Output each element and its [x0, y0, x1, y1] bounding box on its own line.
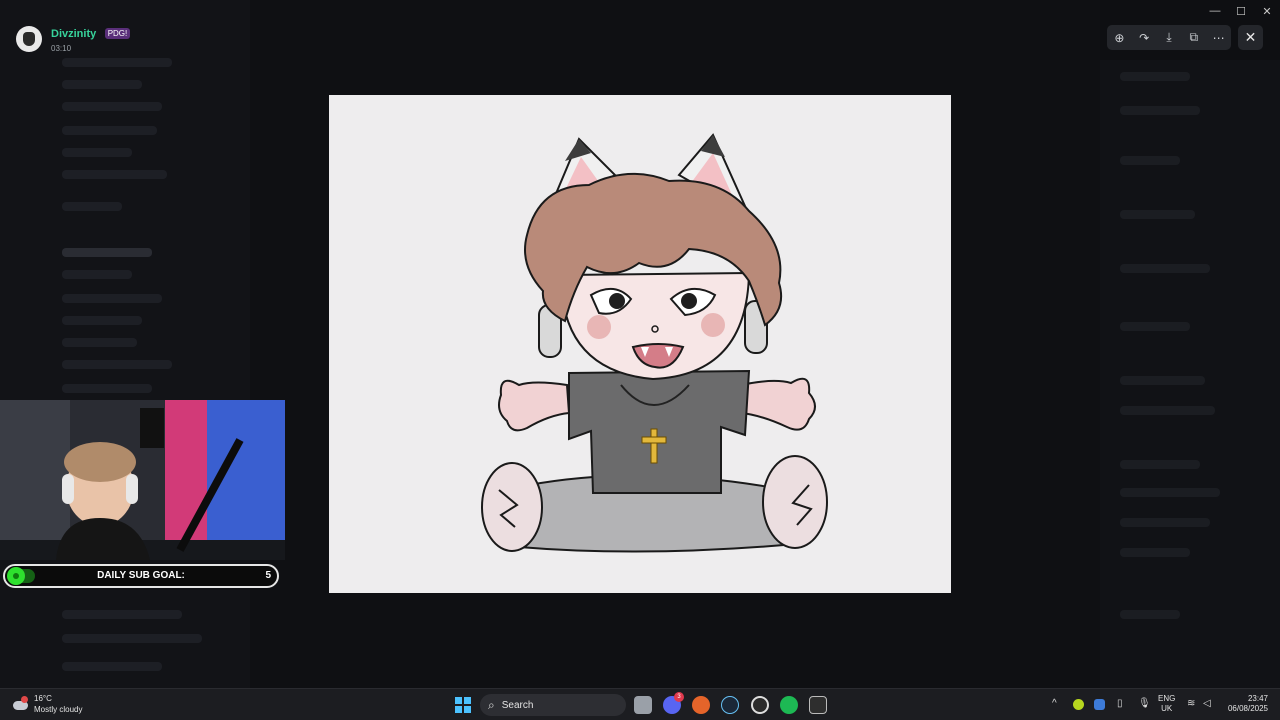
- language-indicator[interactable]: ENG UK: [1158, 694, 1175, 714]
- author-username[interactable]: Divzinity: [51, 28, 96, 40]
- tray-app-icon-2[interactable]: [1094, 699, 1105, 710]
- windows-taskbar: 16°C Mostly cloudy ⌕ Search 3 ^ ▯ 🎙 ENG …: [0, 688, 1280, 720]
- firefox-icon[interactable]: [692, 696, 710, 714]
- image-viewer-toolbar: ⊕ ↷ ⤓ ⧉ ⋯: [1107, 25, 1231, 50]
- sub-goal-count: 5: [265, 570, 271, 581]
- system-clock[interactable]: 23:47 06/08/2025: [1228, 694, 1268, 714]
- epic-games-icon[interactable]: [809, 696, 827, 714]
- search-icon: ⌕: [488, 697, 495, 712]
- search-placeholder: Search: [501, 699, 534, 711]
- avatar[interactable]: [16, 25, 42, 52]
- weather-condition: Mostly cloudy: [34, 705, 83, 714]
- message-time: 03:10: [51, 44, 72, 53]
- taskbar-search[interactable]: ⌕ Search: [480, 694, 626, 716]
- close-viewer-button[interactable]: ✕: [1238, 25, 1263, 50]
- temperature: 16°C: [34, 694, 52, 703]
- steam-icon[interactable]: [721, 696, 739, 714]
- wifi-icon[interactable]: ≋: [1187, 698, 1195, 709]
- daily-sub-goal-bar: DAILY SUB GOAL: 5: [3, 564, 279, 588]
- show-hidden-icons-icon[interactable]: ^: [1052, 698, 1057, 709]
- webcam-feed: [0, 400, 285, 560]
- forward-icon[interactable]: ↷: [1133, 31, 1155, 45]
- window-close-button[interactable]: ✕: [1254, 0, 1280, 22]
- enlarged-image[interactable]: [329, 95, 951, 593]
- image-viewer-header: Divzinity PDG! 03:10: [16, 24, 131, 53]
- window-controls: — ☐ ✕: [1202, 0, 1280, 22]
- obs-icon[interactable]: [751, 696, 769, 714]
- spotify-icon[interactable]: [780, 696, 798, 714]
- server-tag-badge: PDG!: [104, 28, 131, 39]
- start-icon[interactable]: [455, 697, 471, 713]
- chibi-artwork: [481, 133, 828, 553]
- minimize-button[interactable]: —: [1202, 0, 1228, 22]
- sub-goal-label: DAILY SUB GOAL:: [97, 570, 185, 581]
- microphone-icon[interactable]: 🎙: [1138, 698, 1151, 709]
- tray-app-icon[interactable]: [1073, 699, 1084, 710]
- open-in-browser-icon[interactable]: ⧉: [1183, 30, 1205, 45]
- volume-icon[interactable]: ◁: [1203, 698, 1211, 709]
- cloudy-weather-icon: [12, 695, 30, 713]
- maximize-button[interactable]: ☐: [1228, 0, 1254, 22]
- webcam-overlay: [0, 400, 285, 560]
- weather-widget[interactable]: 16°C Mostly cloudy: [12, 693, 82, 715]
- more-options-icon[interactable]: ⋯: [1208, 31, 1230, 45]
- battery-icon[interactable]: ▯: [1117, 698, 1123, 709]
- discord-notification-badge: 3: [674, 692, 684, 702]
- member-list-background: [1100, 60, 1280, 688]
- zoom-icon[interactable]: ⊕: [1108, 31, 1130, 45]
- task-view-icon[interactable]: [634, 696, 652, 714]
- download-icon[interactable]: ⤓: [1158, 30, 1180, 45]
